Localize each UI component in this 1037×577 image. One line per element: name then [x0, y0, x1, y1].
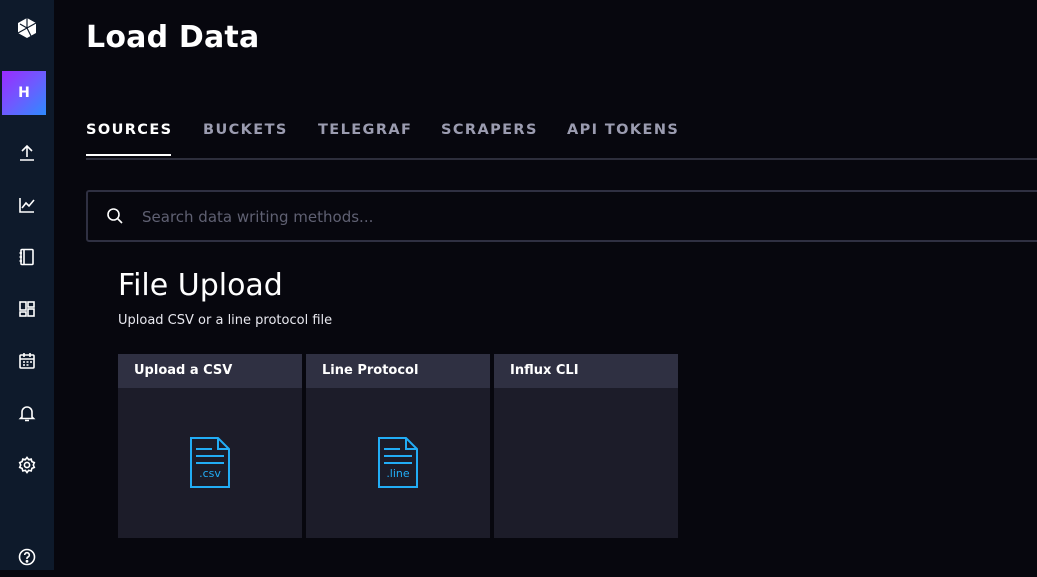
page-title: Load Data [86, 20, 260, 55]
chart-icon[interactable] [0, 185, 54, 225]
tab-bar: SOURCES BUCKETS TELEGRAF SCRAPERS API TO… [86, 110, 1037, 160]
notebook-icon[interactable] [0, 237, 54, 277]
tab-scrapers[interactable]: SCRAPERS [441, 122, 538, 138]
file-extension: .line [386, 467, 410, 480]
avatar-letter: H [18, 85, 30, 101]
help-icon[interactable] [0, 537, 54, 577]
org-avatar[interactable]: H [2, 71, 46, 115]
influx-cli-card[interactable]: Influx CLI [494, 354, 678, 538]
card-title: Line Protocol [306, 354, 490, 388]
upload-csv-card[interactable]: Upload a CSV .csv [118, 354, 302, 538]
tab-telegraf[interactable]: TELEGRAF [318, 122, 412, 138]
card-title: Influx CLI [494, 354, 678, 388]
csv-file-icon: .csv [188, 436, 232, 494]
gear-icon[interactable] [0, 445, 54, 485]
line-protocol-card[interactable]: Line Protocol .line [306, 354, 490, 538]
tab-sources[interactable]: SOURCES [86, 122, 173, 138]
search-box[interactable] [86, 190, 1037, 242]
logo-icon[interactable] [0, 8, 54, 48]
tab-buckets[interactable]: BUCKETS [203, 122, 288, 138]
calendar-icon[interactable] [0, 341, 54, 381]
search-input[interactable] [140, 192, 1029, 242]
line-file-icon: .line [376, 436, 420, 494]
file-extension: .csv [199, 467, 221, 480]
section-description: Upload CSV or a line protocol file [118, 313, 333, 328]
bell-icon[interactable] [0, 393, 54, 433]
tab-api-tokens[interactable]: API TOKENS [567, 122, 679, 138]
dashboard-icon[interactable] [0, 289, 54, 329]
upload-icon[interactable] [0, 133, 54, 173]
search-icon [107, 208, 123, 224]
main-content: Load Data SOURCES BUCKETS TELEGRAF SCRAP… [54, 0, 1037, 570]
sidebar: H [0, 0, 54, 570]
section-title: File Upload [118, 268, 283, 303]
card-title: Upload a CSV [118, 354, 302, 388]
active-tab-indicator [86, 154, 171, 156]
